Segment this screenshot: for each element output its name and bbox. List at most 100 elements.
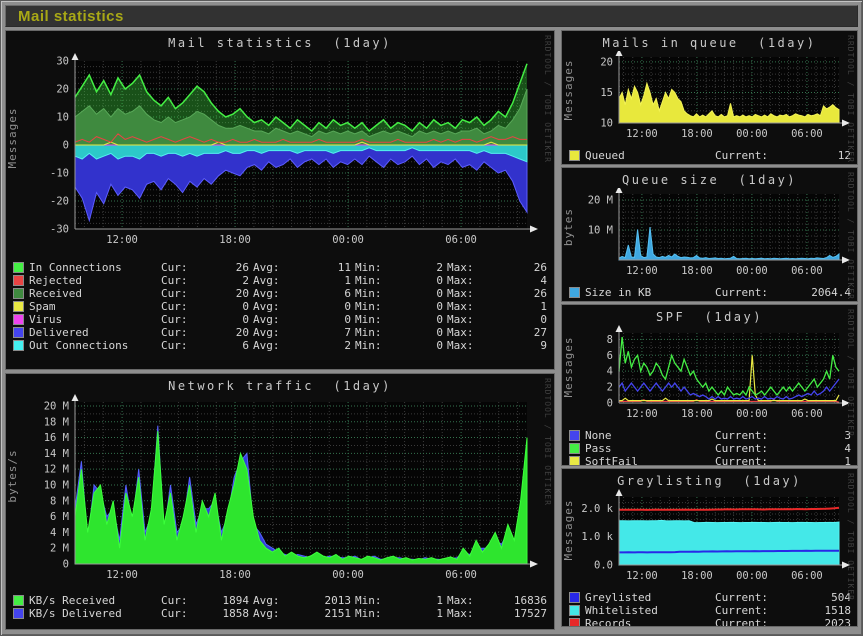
graph-area: Messages -30-20-10010203012:0018:0000:00… xyxy=(6,51,554,257)
legend-stat-value: 0 xyxy=(399,287,443,300)
legend-swatch xyxy=(570,444,579,453)
legend-stat-value: 26 xyxy=(197,261,249,274)
svg-text:06:00: 06:00 xyxy=(445,234,477,246)
svg-text:6: 6 xyxy=(607,350,613,362)
legend-swatch xyxy=(570,606,579,615)
legend-stat-key: Cur: xyxy=(157,300,197,313)
svg-text:18:00: 18:00 xyxy=(219,234,251,246)
svg-text:18:00: 18:00 xyxy=(681,128,713,140)
panel-mails-in-queue: Mails in queue (1day) Messages 10152012:… xyxy=(561,30,858,165)
legend-row: RejectedCur:2Avg:1Min:0Max:4 xyxy=(14,274,548,287)
legend-stat-value: 0 xyxy=(299,313,351,326)
graph-title: Greylisting (1day) xyxy=(562,469,857,489)
legend-stat-key: Min: xyxy=(351,261,399,274)
legend-row: RecordsCurrent:2023 xyxy=(570,617,851,627)
legend-label: Rejected xyxy=(29,274,157,287)
svg-text:12:00: 12:00 xyxy=(626,570,658,582)
svg-text:6 M: 6 M xyxy=(50,511,69,523)
legend-stat-value: 3 xyxy=(795,429,851,442)
legend-swatch xyxy=(570,431,579,440)
legend-stat-key: Current: xyxy=(711,429,795,442)
svg-text:30: 30 xyxy=(56,56,69,68)
svg-text:00:00: 00:00 xyxy=(332,569,364,581)
graph-canvas: 02 M4 M6 M8 M10 M12 M14 M16 M18 M20 M12:… xyxy=(19,394,554,590)
legend-row: QueuedCurrent:12 xyxy=(570,149,851,162)
legend-stat-value: 2064.4 xyxy=(795,286,851,299)
svg-text:18:00: 18:00 xyxy=(681,408,713,420)
content: Mail statistics (1day) Messages -30-20-1… xyxy=(5,30,858,633)
svg-text:06:00: 06:00 xyxy=(791,265,823,277)
legend-stat-key: Avg: xyxy=(249,339,299,352)
svg-text:4 M: 4 M xyxy=(50,527,69,539)
legend-stat-value: 1 xyxy=(399,594,443,607)
legend-stat-value: 1894 xyxy=(197,594,249,607)
graph-canvas: 0.01.0 k2.0 k12:0018:0000:0006:00 xyxy=(575,489,857,587)
svg-text:-10: -10 xyxy=(50,168,69,180)
svg-text:4: 4 xyxy=(607,366,613,378)
svg-text:18 M: 18 M xyxy=(44,416,69,428)
graph-legend: QueuedCurrent:12 xyxy=(562,145,857,164)
legend-label: Spam xyxy=(29,300,157,313)
panel-greylisting: Greylisting (1day) Messages 0.01.0 k2.0 … xyxy=(561,468,858,627)
legend-stat-key: Cur: xyxy=(157,274,197,287)
window-titlebar[interactable]: Mail statistics xyxy=(5,5,858,27)
rrdtool-watermark: RRDTOOL / TOBI OETIKER xyxy=(846,35,855,163)
legend-stat-value: 1 xyxy=(399,607,443,620)
legend-stat-key: Avg: xyxy=(249,313,299,326)
panel-queue-size: Queue size (1day) bytes 10 M20 M12:0018:… xyxy=(561,167,858,302)
legend-stat-value: 12 xyxy=(795,149,851,162)
graph-canvas: 10152012:0018:0000:0006:00 xyxy=(575,51,857,145)
y-axis-label: Messages xyxy=(562,500,575,561)
legend-row: KB/s DeliveredCur:1858Avg:2151Min:1Max:1… xyxy=(14,607,548,620)
svg-text:12 M: 12 M xyxy=(44,464,69,476)
legend-row: KB/s ReceivedCur:1894Avg:2013Min:1Max:16… xyxy=(14,594,548,607)
legend-stat-key: Max: xyxy=(443,607,491,620)
svg-text:10 M: 10 M xyxy=(44,479,69,491)
legend-swatch xyxy=(14,263,23,272)
legend-stat-key: Cur: xyxy=(157,326,197,339)
svg-text:8 M: 8 M xyxy=(50,495,69,507)
svg-text:12:00: 12:00 xyxy=(626,128,658,140)
legend-swatch xyxy=(14,596,23,605)
graph-legend: Size in KBCurrent:2064.4 xyxy=(562,282,857,301)
legend-stat-value: 0 xyxy=(399,326,443,339)
svg-text:00:00: 00:00 xyxy=(736,408,768,420)
legend-swatch xyxy=(14,609,23,618)
svg-text:00:00: 00:00 xyxy=(736,570,768,582)
legend-stat-key: Cur: xyxy=(157,261,197,274)
legend-stat-value: 0 xyxy=(197,313,249,326)
graph-title: Mail statistics (1day) xyxy=(6,31,554,51)
legend-stat-value: 0 xyxy=(491,313,547,326)
panel-mail-statistics: Mail statistics (1day) Messages -30-20-1… xyxy=(5,30,555,370)
legend-label: Delivered xyxy=(29,326,157,339)
legend-stat-value: 4 xyxy=(795,442,851,455)
legend-label: KB/s Delivered xyxy=(29,607,157,620)
graph-title: SPF (1day) xyxy=(562,305,857,325)
svg-text:06:00: 06:00 xyxy=(791,570,823,582)
svg-text:0.0: 0.0 xyxy=(594,560,613,572)
legend-stat-value: 2013 xyxy=(299,594,351,607)
legend-label: Virus xyxy=(29,313,157,326)
legend-swatch xyxy=(570,593,579,602)
svg-text:10: 10 xyxy=(56,112,69,124)
legend-stat-value: 2 xyxy=(197,274,249,287)
legend-swatch xyxy=(570,288,579,297)
svg-text:-20: -20 xyxy=(50,196,69,208)
legend-stat-value: 20 xyxy=(197,326,249,339)
svg-text:10 M: 10 M xyxy=(588,225,613,237)
legend-stat-key: Avg: xyxy=(249,274,299,287)
svg-text:2: 2 xyxy=(607,382,613,394)
window: Mail statistics Mail statistics (1day) M… xyxy=(0,0,863,636)
svg-text:15: 15 xyxy=(600,87,613,99)
graph-canvas: -30-20-10010203012:0018:0000:0006:00 xyxy=(19,51,554,257)
legend-stat-value: 6 xyxy=(197,339,249,352)
legend-stat-key: Current: xyxy=(711,286,795,299)
rrdtool-watermark: RRDTOOL / TOBI OETIKER xyxy=(846,309,855,437)
legend-label: Queued xyxy=(585,149,711,162)
graph-canvas: 0246812:0018:0000:0006:00 xyxy=(575,325,857,425)
graph-area: Messages 0246812:0018:0000:0006:00 xyxy=(562,325,857,425)
legend-stat-key: Max: xyxy=(443,339,491,352)
graph-title: Queue size (1day) xyxy=(562,168,857,188)
legend-stat-key: Min: xyxy=(351,339,399,352)
window-title: Mail statistics xyxy=(6,8,124,25)
